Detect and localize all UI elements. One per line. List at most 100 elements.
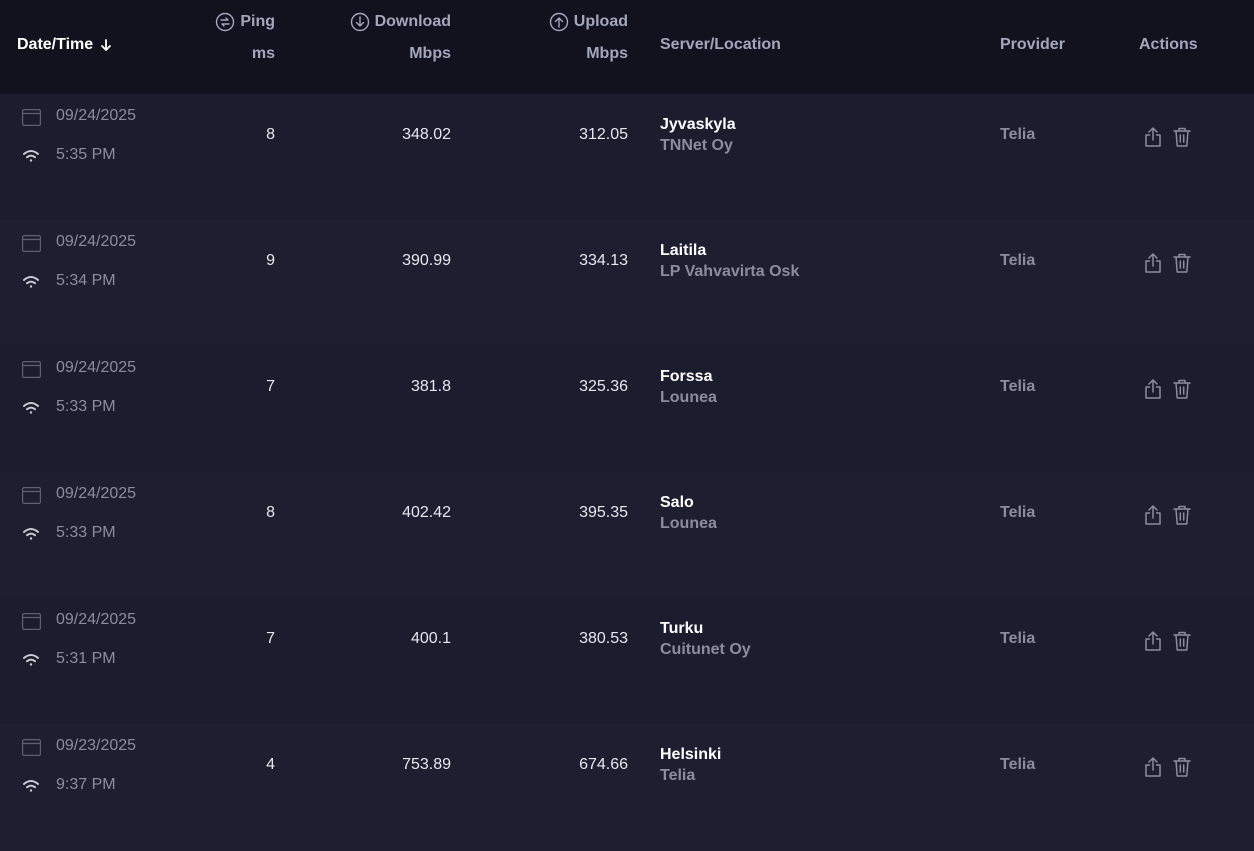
trash-icon[interactable] — [1172, 630, 1192, 652]
calendar-icon — [22, 235, 41, 252]
server-isp: Lounea — [660, 515, 717, 532]
server-city: Forssa — [660, 368, 713, 385]
table-row: 09/24/2025 5:31 PM 7 400.1 380.53 Turku … — [0, 598, 1254, 724]
trash-icon[interactable] — [1172, 252, 1192, 274]
provider-name: Telia — [1000, 252, 1036, 269]
share-icon[interactable] — [1143, 756, 1163, 778]
wifi-icon — [23, 528, 39, 540]
provider-name: Telia — [1000, 378, 1036, 395]
upload-icon — [549, 12, 568, 32]
wifi-icon — [23, 402, 39, 414]
server-location: Laitila LP Vahvavirta Osk — [660, 241, 799, 283]
ping-icon — [216, 12, 235, 32]
share-icon[interactable] — [1143, 378, 1163, 400]
provider-name: Telia — [1000, 504, 1036, 521]
upload-unit: Mbps — [586, 45, 628, 62]
date-time-label: Date/Time — [17, 36, 94, 53]
trash-icon[interactable] — [1172, 126, 1192, 148]
test-time: 5:35 PM — [56, 146, 116, 163]
column-header-server-location[interactable]: Server/Location — [660, 35, 781, 55]
test-date: 09/24/2025 — [56, 485, 137, 502]
table-header: Date/Time Ping ms Download Mbps Upload M… — [0, 0, 1254, 94]
wifi-icon — [23, 150, 39, 162]
test-date: 09/24/2025 — [56, 359, 137, 376]
server-location: Salo Lounea — [660, 493, 717, 535]
ping-label: Ping — [240, 13, 275, 30]
server-city: Helsinki — [660, 746, 722, 763]
test-date: 09/23/2025 — [56, 737, 137, 754]
column-header-download[interactable]: Download Mbps — [350, 11, 451, 64]
trash-icon[interactable] — [1172, 756, 1192, 778]
share-icon[interactable] — [1143, 630, 1163, 652]
ping-value: 7 — [266, 630, 275, 647]
test-date: 09/24/2025 — [56, 107, 137, 124]
test-time: 9:37 PM — [56, 776, 116, 793]
test-time: 5:34 PM — [56, 272, 116, 289]
column-header-date-time[interactable]: Date/Time — [17, 35, 113, 55]
calendar-icon — [22, 739, 41, 756]
provider-name: Telia — [1000, 756, 1036, 773]
column-header-upload[interactable]: Upload Mbps — [549, 11, 628, 64]
calendar-icon — [22, 613, 41, 630]
upload-value: 312.05 — [579, 126, 628, 143]
column-header-actions: Actions — [1139, 36, 1198, 53]
upload-value: 325.36 — [579, 378, 628, 395]
test-time: 5:31 PM — [56, 650, 116, 667]
download-icon — [350, 12, 369, 32]
table-row: 09/23/2025 9:37 PM 4 753.89 674.66 Helsi… — [0, 724, 1254, 850]
calendar-icon — [22, 109, 41, 126]
ping-value: 7 — [266, 378, 275, 395]
wifi-icon — [23, 780, 39, 792]
wifi-icon — [23, 654, 39, 666]
ping-value: 8 — [266, 504, 275, 521]
column-header-provider[interactable]: Provider — [1000, 35, 1065, 55]
provider-name: Telia — [1000, 126, 1036, 143]
calendar-icon — [22, 361, 41, 378]
upload-value: 674.66 — [579, 756, 628, 773]
server-location: Forssa Lounea — [660, 367, 717, 409]
share-icon[interactable] — [1143, 504, 1163, 526]
test-time: 5:33 PM — [56, 398, 116, 415]
download-value: 400.1 — [410, 630, 451, 647]
trash-icon[interactable] — [1172, 378, 1192, 400]
server-isp: LP Vahvavirta Osk — [660, 263, 800, 280]
table-row: 09/24/2025 5:34 PM 9 390.99 334.13 Laiti… — [0, 220, 1254, 346]
ping-unit: ms — [251, 45, 275, 62]
sort-arrow-down-icon — [101, 39, 112, 51]
share-icon[interactable] — [1143, 252, 1163, 274]
test-date: 09/24/2025 — [56, 611, 137, 628]
ping-value: 4 — [266, 756, 275, 773]
download-value: 348.02 — [402, 126, 451, 143]
server-isp: Cuitunet Oy — [660, 641, 751, 658]
ping-value: 8 — [266, 126, 275, 143]
server-location: Helsinki Telia — [660, 745, 721, 787]
server-city: Jyvaskyla — [660, 116, 736, 133]
trash-icon[interactable] — [1172, 504, 1192, 526]
upload-value: 334.13 — [579, 252, 628, 269]
table-body: 09/24/2025 5:35 PM 8 348.02 312.05 Jyvas… — [0, 94, 1254, 850]
table-row: 09/24/2025 5:35 PM 8 348.02 312.05 Jyvas… — [0, 94, 1254, 220]
download-value: 390.99 — [402, 252, 451, 269]
calendar-icon — [22, 487, 41, 504]
download-value: 753.89 — [402, 756, 451, 773]
upload-value: 380.53 — [579, 630, 628, 647]
download-label: Download — [374, 13, 451, 30]
upload-label: Upload — [573, 13, 628, 30]
download-value: 402.42 — [402, 504, 451, 521]
server-city: Laitila — [660, 242, 707, 259]
server-isp: Telia — [660, 767, 696, 784]
download-unit: Mbps — [409, 45, 451, 62]
server-city: Salo — [660, 494, 694, 511]
upload-value: 395.35 — [579, 504, 628, 521]
column-header-ping[interactable]: Ping ms — [215, 11, 275, 64]
test-date: 09/24/2025 — [56, 233, 137, 250]
share-icon[interactable] — [1143, 126, 1163, 148]
server-location: Turku Cuitunet Oy — [660, 619, 751, 661]
table-row: 09/24/2025 5:33 PM 7 381.8 325.36 Forssa… — [0, 346, 1254, 472]
server-isp: TNNet Oy — [660, 137, 733, 154]
download-value: 381.8 — [410, 378, 451, 395]
server-city: Turku — [660, 620, 704, 637]
wifi-icon — [23, 276, 39, 288]
server-location: Jyvaskyla TNNet Oy — [660, 115, 736, 157]
table-row: 09/24/2025 5:33 PM 8 402.42 395.35 Salo … — [0, 472, 1254, 598]
